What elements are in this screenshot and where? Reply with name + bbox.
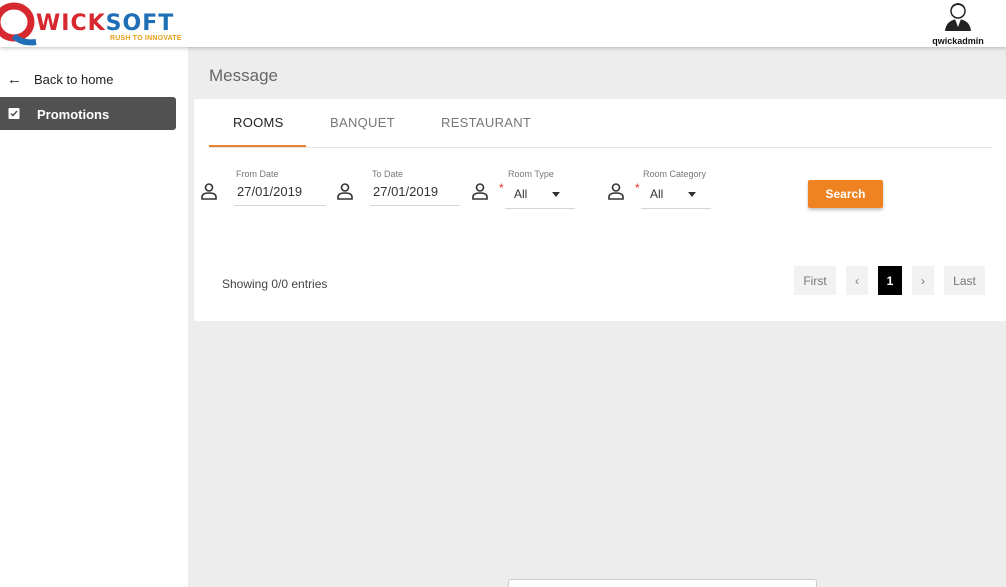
pagination-page-1[interactable]: 1 [878,266,902,295]
from-date-input[interactable]: 27/01/2019 [237,184,302,199]
to-date-input[interactable]: 27/01/2019 [373,184,438,199]
user-avatar-icon [945,3,971,31]
top-header: WICKSOFT RUSH TO INNOVATE qwickadmin [0,0,1006,47]
bottom-panel-edge [508,579,817,587]
from-date-underline [234,205,326,206]
to-date-label: To Date [372,169,404,179]
sidebar-item-promotions[interactable]: Promotions [0,97,176,130]
person-icon [608,183,624,200]
logo-q-icon [0,2,37,46]
page-title: Message [209,66,278,85]
tab-bar: ROOMS BANQUET RESTAURANT [209,99,992,148]
person-icon [472,183,488,200]
room-category-underline [641,208,711,209]
room-type-select[interactable]: All [514,187,527,201]
sidebar: ← Back to home Promotions [0,47,188,587]
back-to-home-label: Back to home [34,72,114,87]
qwicksoft-logo[interactable]: WICKSOFT RUSH TO INNOVATE [0,2,200,46]
room-category-select[interactable]: All [650,187,663,201]
required-marker: * [499,181,504,195]
tab-banquet[interactable]: BANQUET [330,115,395,130]
to-date-underline [370,205,460,206]
tab-rooms[interactable]: ROOMS [233,115,284,130]
username-label: qwickadmin [932,36,984,46]
logo-wordmark: WICKSOFT [36,11,175,36]
pagination-first[interactable]: First [794,266,836,295]
person-icon [337,183,353,200]
person-icon [201,183,217,200]
logo-tagline: RUSH TO INNOVATE [110,35,182,42]
tab-restaurant[interactable]: RESTAURANT [441,115,531,130]
room-category-label: Room Category [643,169,707,179]
entries-count: Showing 0/0 entries [222,277,328,291]
chevron-down-icon[interactable] [552,192,560,197]
back-to-home-link[interactable]: ← Back to home [0,67,188,93]
search-button[interactable]: Search [808,180,883,208]
chevron-down-icon[interactable] [688,192,696,197]
pagination-last[interactable]: Last [944,266,985,295]
pagination-next[interactable]: › [912,266,934,295]
user-menu[interactable]: qwickadmin [928,0,988,47]
promotions-card: ROOMS BANQUET RESTAURANT From Date 27/01… [194,99,1006,321]
active-tab-indicator [209,145,306,147]
sidebar-item-label: Promotions [37,107,110,122]
room-type-underline [505,208,575,209]
clipboard-check-icon [8,108,20,119]
from-date-label: From Date [236,169,279,179]
required-marker: * [635,181,640,195]
pagination-prev[interactable]: ‹ [846,266,868,295]
room-type-label: Room Type [508,169,554,179]
arrow-left-icon: ← [7,71,22,88]
